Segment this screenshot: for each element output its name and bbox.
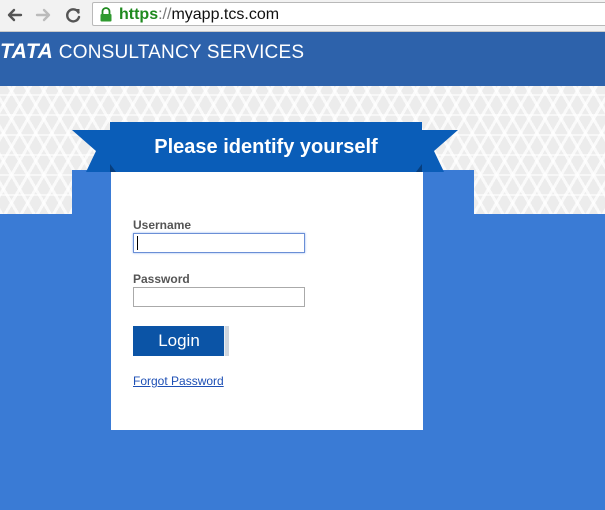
site-header: TATA CONSULTANCY SERVICES [0,32,605,86]
login-button[interactable]: Login [133,326,229,356]
back-button[interactable] [4,4,26,26]
address-bar[interactable]: https://myapp.tcs.com [92,2,605,26]
url-text: https://myapp.tcs.com [119,5,279,25]
arrow-left-icon [7,8,23,22]
url-protocol: https [119,6,159,23]
brand-logo: TATA CONSULTANCY SERVICES [0,40,304,64]
arrow-right-icon [35,8,51,22]
url-host: myapp.tcs.com [171,6,280,23]
page-title: Please identify yourself [154,135,378,158]
username-label: Username [133,218,192,232]
reload-button[interactable] [62,4,84,26]
text-cursor [137,236,138,250]
reload-icon [66,8,81,23]
username-input[interactable] [133,233,305,253]
browser-toolbar: https://myapp.tcs.com [0,0,605,32]
forgot-password-link[interactable]: Forgot Password [133,374,224,388]
brand-name: CONSULTANCY SERVICES [53,42,305,63]
brand-tata: TATA [0,40,54,63]
login-form: Username Password Login Forgot Password [111,172,423,430]
lock-icon [100,7,112,22]
password-label: Password [133,272,190,286]
forward-button[interactable] [32,4,54,26]
password-input[interactable] [133,287,305,307]
url-separator: :// [158,6,172,23]
